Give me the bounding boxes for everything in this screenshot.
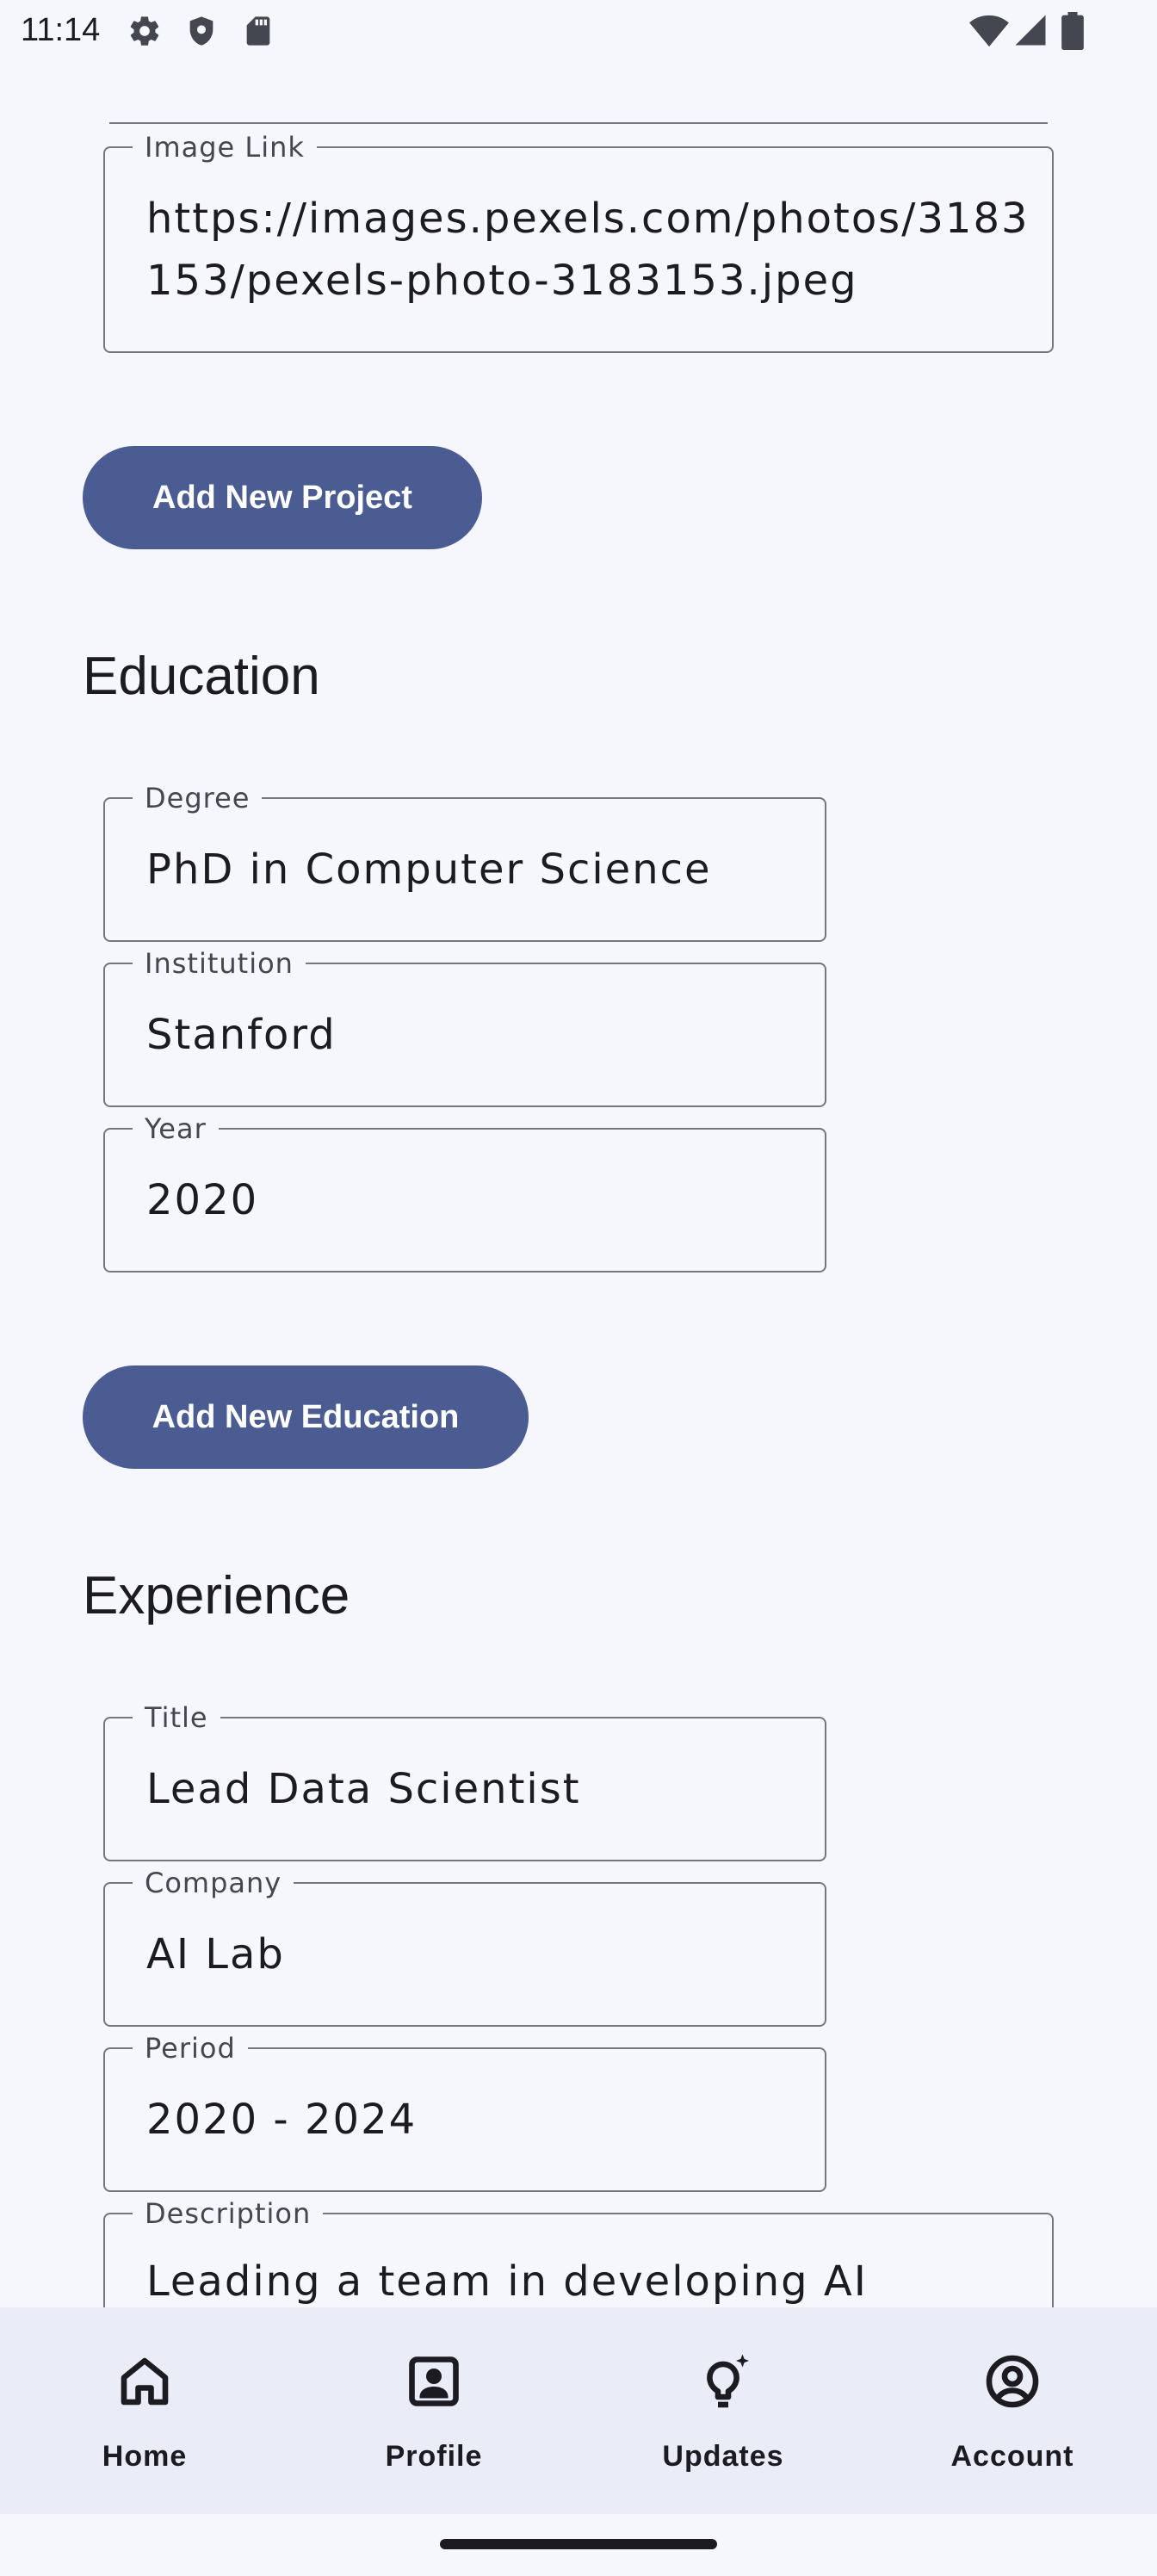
bottom-navigation: Home Profile Updates Account [0,2307,1157,2514]
company-field[interactable]: Company AI Lab [103,1867,826,2027]
nav-label-home: Home [102,2440,188,2473]
job-title-field[interactable]: Title Lead Data Scientist [103,1701,826,1861]
divider [109,122,1048,124]
nav-label-profile: Profile [385,2440,483,2473]
year-value[interactable]: 2020 [146,1130,804,1271]
period-value[interactable]: 2020 - 2024 [146,2049,804,2190]
add-new-project-button[interactable]: Add New Project [83,446,482,549]
home-icon [121,2357,169,2406]
education-heading: Education [83,647,320,706]
institution-field[interactable]: Institution Stanford [103,947,826,1107]
degree-value[interactable]: PhD in Computer Science [146,799,804,940]
profile-edit-form[interactable]: Image Link https://images.pexels.com/pho… [0,0,1157,2307]
add-new-education-button[interactable]: Add New Education [83,1365,529,1469]
degree-field[interactable]: Degree PhD in Computer Science [103,782,826,942]
image-link-field[interactable]: Image Link https://images.pexels.com/pho… [103,131,1054,353]
nav-label-updates: Updates [662,2440,784,2473]
year-field[interactable]: Year 2020 [103,1112,826,1273]
description-field[interactable]: Description Leading a team in developing… [103,2197,1054,2307]
nav-item-account[interactable]: Account [868,2307,1157,2514]
nav-item-home[interactable]: Home [0,2307,289,2514]
nav-item-profile[interactable]: Profile [289,2307,578,2514]
experience-heading: Experience [83,1566,350,1625]
lightbulb-icon [707,2354,749,2408]
description-value[interactable]: Leading a team in developing AI [146,2214,1031,2307]
job-title-value[interactable]: Lead Data Scientist [146,1718,804,1860]
company-value[interactable]: AI Lab [146,1884,804,2025]
account-icon [986,2355,1039,2408]
period-field[interactable]: Period 2020 - 2024 [103,2032,826,2192]
nav-label-account: Account [950,2440,1074,2473]
institution-value[interactable]: Stanford [146,964,804,1105]
gesture-handle[interactable] [440,2539,717,2549]
nav-item-updates[interactable]: Updates [578,2307,868,2514]
profile-icon [409,2356,459,2406]
image-link-value[interactable]: https://images.pexels.com/photos/3183153… [146,148,1031,351]
